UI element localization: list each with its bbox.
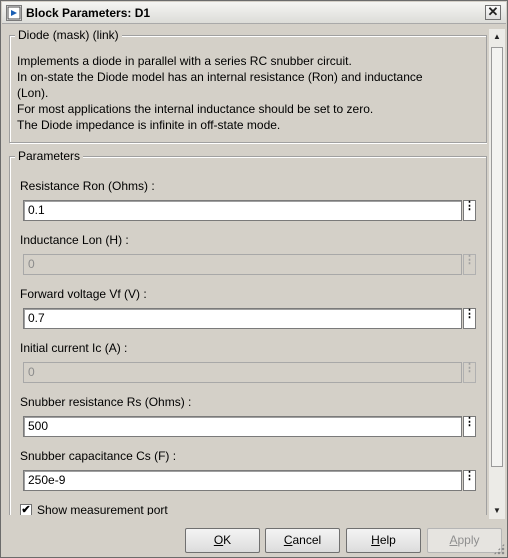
initial-current-label: Initial current Ic (A) :: [20, 341, 128, 355]
description-line: The Diode impedance is infinite in off-s…: [17, 118, 281, 132]
scroll-up-icon[interactable]: ▲: [489, 29, 505, 45]
resistance-ron-dots-button[interactable]: ⋮: [463, 200, 476, 221]
parameters-group: Parameters Resistance Ron (Ohms) : 0.1 ⋮…: [9, 149, 487, 515]
description-text: Implements a diode in parallel with a se…: [17, 53, 423, 133]
help-label: elp: [379, 533, 396, 547]
show-measurement-label[interactable]: Show measurement port: [37, 503, 168, 515]
cancel-label: ancel: [292, 533, 322, 547]
show-measurement-checkbox[interactable]: ✔: [20, 504, 32, 515]
initial-current-input: 0: [23, 362, 462, 383]
help-button[interactable]: Help: [346, 528, 421, 553]
snubber-capacitance-input[interactable]: 250e-9: [23, 470, 462, 491]
description-line: For most applications the internal induc…: [17, 102, 374, 116]
description-line: Implements a diode in parallel with a se…: [17, 54, 352, 68]
snubber-capacitance-dots-button[interactable]: ⋮: [463, 470, 476, 491]
description-line: (Lon).: [17, 86, 49, 100]
ok-mnemonic: O: [213, 533, 224, 547]
scroll-down-icon[interactable]: ▼: [489, 503, 505, 519]
title-bar[interactable]: Block Parameters: D1 ✕: [2, 2, 506, 24]
snubber-resistance-dots-button[interactable]: ⋮: [463, 416, 476, 437]
apply-mnemonic: A: [449, 533, 458, 547]
scroll-content: Diode (mask) (link) Implements a diode i…: [7, 29, 487, 515]
apply-button: Apply: [427, 528, 502, 553]
snubber-capacitance-label: Snubber capacitance Cs (F) :: [20, 449, 177, 463]
initial-current-dots-button: ⋮: [463, 362, 476, 383]
ok-label: K: [223, 533, 232, 547]
inductance-lon-label: Inductance Lon (H) :: [20, 233, 129, 247]
description-legend: Diode (mask) (link): [15, 29, 122, 42]
description-group: Diode (mask) (link) Implements a diode i…: [9, 29, 487, 143]
snubber-resistance-label: Snubber resistance Rs (Ohms) :: [20, 395, 192, 409]
cancel-button[interactable]: Cancel: [265, 528, 340, 553]
parameters-legend: Parameters: [15, 149, 84, 163]
snubber-resistance-input[interactable]: 500: [23, 416, 462, 437]
forward-voltage-label: Forward voltage Vf (V) :: [20, 287, 147, 301]
resistance-ron-label: Resistance Ron (Ohms) :: [20, 179, 155, 193]
apply-label: pply: [457, 533, 480, 547]
resistance-ron-input[interactable]: 0.1: [23, 200, 462, 221]
description-line: In on-state the Diode model has an inter…: [17, 70, 423, 84]
dialog-window: Block Parameters: D1 ✕ Diode (mask) (lin…: [0, 0, 508, 558]
ok-button[interactable]: OK: [185, 528, 260, 553]
scroll-thumb[interactable]: [491, 47, 503, 467]
simulink-block-icon: [6, 5, 22, 21]
close-icon[interactable]: ✕: [485, 5, 501, 20]
vertical-scrollbar[interactable]: ▲ ▼: [489, 29, 505, 519]
help-mnemonic: H: [371, 533, 380, 547]
inductance-lon-dots-button: ⋮: [463, 254, 476, 275]
forward-voltage-dots-button[interactable]: ⋮: [463, 308, 476, 329]
forward-voltage-input[interactable]: 0.7: [23, 308, 462, 329]
window-title: Block Parameters: D1: [26, 6, 151, 20]
inductance-lon-input: 0: [23, 254, 462, 275]
